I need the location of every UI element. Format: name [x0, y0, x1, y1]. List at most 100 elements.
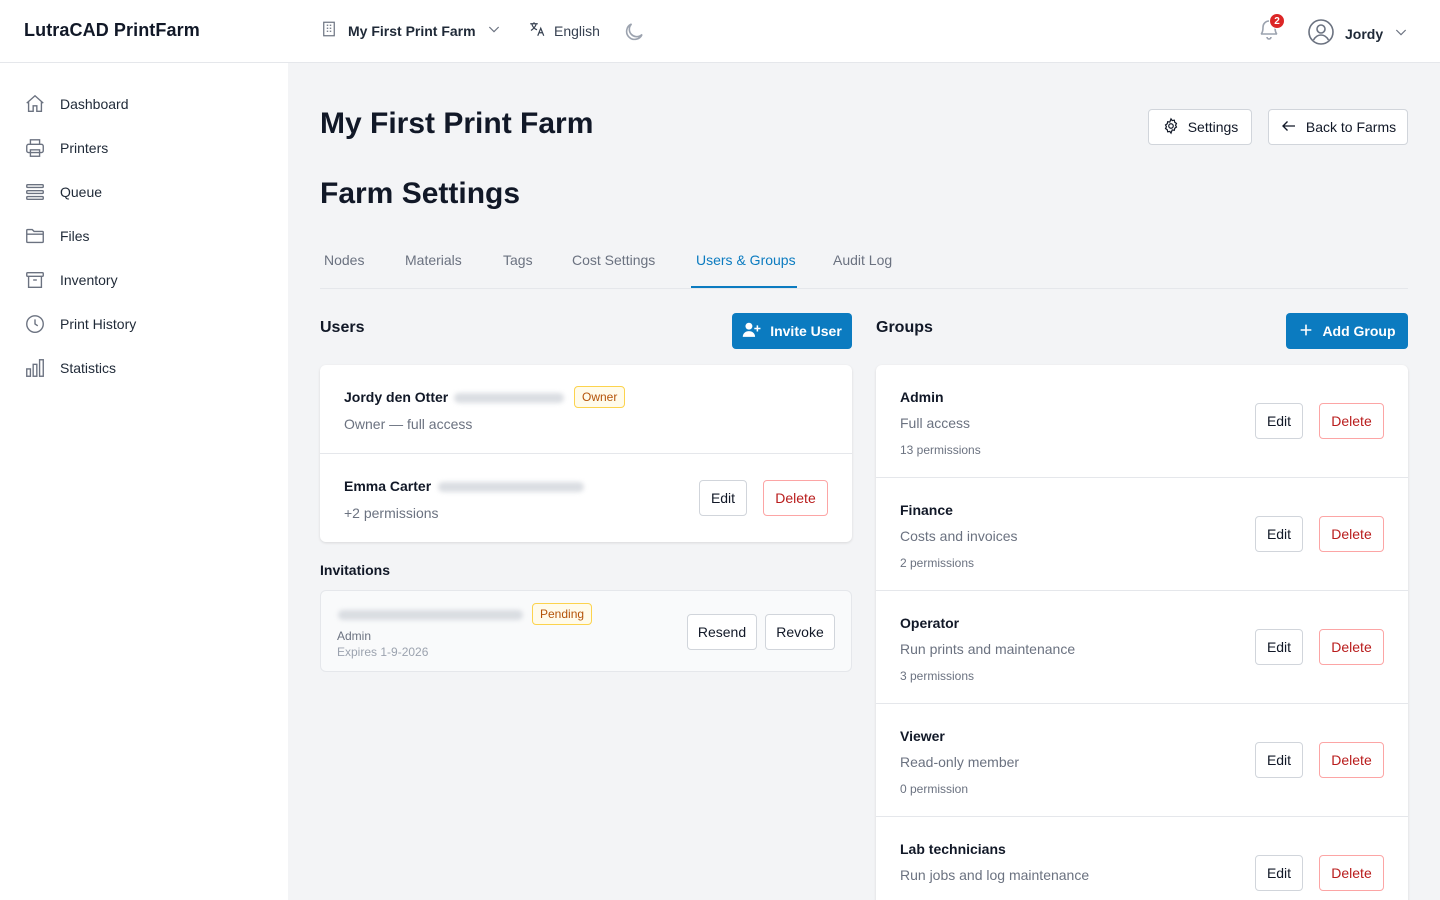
delete-group-button[interactable]: Delete — [1319, 742, 1384, 778]
sidebar-item-statistics[interactable]: Statistics — [24, 356, 116, 380]
edit-group-button[interactable]: Edit — [1255, 516, 1303, 552]
edit-user-button[interactable]: Edit — [699, 480, 747, 516]
user-name: Jordy — [1345, 25, 1384, 42]
folder-icon — [24, 225, 46, 247]
user-name: Emma Carter — [344, 478, 432, 494]
settings-button[interactable]: Settings — [1148, 109, 1252, 145]
pending-badge: Pending — [532, 603, 593, 625]
sidebar-item-label: Printers — [60, 140, 109, 156]
plus-icon — [1298, 322, 1314, 341]
settings-button-label: Settings — [1187, 119, 1239, 135]
user-avatar-icon — [1307, 18, 1335, 49]
user-permissions: +2 permissions — [344, 505, 439, 521]
page-title: My First Print Farm — [320, 107, 594, 140]
user-role-description: Owner — full access — [344, 416, 473, 432]
sidebar-item-inventory[interactable]: Inventory — [24, 268, 118, 292]
language-label: English — [554, 22, 600, 39]
chevron-down-icon — [486, 21, 502, 40]
invitation-expiry: Expires 1-9-2026 — [337, 645, 429, 659]
sidebar-item-queue[interactable]: Queue — [24, 180, 102, 204]
tab-materials[interactable]: Materials — [405, 252, 462, 268]
edit-group-button[interactable]: Edit — [1255, 742, 1303, 778]
tab-nodes[interactable]: Nodes — [324, 252, 364, 268]
redacted-email — [338, 610, 523, 620]
building-icon — [320, 20, 338, 41]
main-content: My First Print Farm Farm Settings Settin… — [288, 63, 1440, 900]
group-description: Run jobs and log maintenance — [900, 867, 1090, 883]
revoke-invite-button[interactable]: Revoke — [765, 614, 835, 650]
sidebar-item-dashboard[interactable]: Dashboard — [24, 92, 129, 116]
group-name: Lab technicians — [900, 841, 1006, 857]
delete-group-button[interactable]: Delete — [1319, 629, 1384, 665]
delete-group-button[interactable]: Delete — [1319, 855, 1384, 891]
tab-users-groups[interactable]: Users & Groups — [696, 252, 796, 268]
settings-tabs: Nodes Materials Tags Cost Settings Users… — [320, 238, 1408, 289]
tab-audit-log[interactable]: Audit Log — [833, 252, 892, 268]
invite-user-button[interactable]: Invite User — [732, 313, 852, 349]
group-description: Full access — [900, 415, 971, 431]
user-plus-icon — [742, 321, 762, 342]
sidebar: Dashboard Printers Queue Files Inventory… — [0, 63, 288, 900]
group-name: Operator — [900, 615, 960, 631]
sidebar-item-printers[interactable]: Printers — [24, 136, 108, 160]
sidebar-item-label: Inventory — [60, 272, 118, 288]
groups-title: Groups — [876, 319, 933, 336]
farm-selector[interactable]: My First Print Farm — [320, 20, 502, 41]
groups-list: Admin Full access 13 permissions Edit De… — [876, 365, 1408, 900]
back-button-label: Back to Farms — [1305, 119, 1397, 135]
sidebar-item-files[interactable]: Files — [24, 224, 90, 248]
add-group-button[interactable]: Add Group — [1286, 313, 1408, 349]
dark-mode-toggle[interactable] — [622, 20, 646, 49]
bell-icon — [1257, 20, 1281, 46]
translate-icon — [528, 20, 546, 41]
group-description: Costs and invoices — [900, 528, 1018, 544]
divider — [876, 703, 1408, 704]
user-menu[interactable]: Jordy — [1307, 18, 1409, 49]
redacted-email — [454, 393, 564, 403]
edit-group-button[interactable]: Edit — [1255, 629, 1303, 665]
back-to-farms-button[interactable]: Back to Farms — [1268, 109, 1408, 145]
edit-group-button[interactable]: Edit — [1255, 403, 1303, 439]
users-title: Users — [320, 319, 365, 336]
language-selector[interactable]: English — [528, 20, 600, 41]
invitation-item: Pending Admin Expires 1-9-2026 Resend Re… — [320, 590, 852, 672]
group-permissions: 3 permissions — [900, 669, 975, 683]
active-tab-indicator — [691, 286, 797, 288]
sidebar-item-label: Statistics — [60, 360, 117, 376]
users-list: Jordy den Otter Owner Owner — full acces… — [320, 365, 852, 542]
clock-icon — [24, 313, 46, 335]
group-name: Viewer — [900, 728, 945, 744]
group-permissions: 0 permission — [900, 782, 969, 796]
group-name: Finance — [900, 502, 953, 518]
bar-chart-icon — [24, 357, 46, 379]
delete-group-button[interactable]: Delete — [1319, 403, 1384, 439]
sidebar-item-print-history[interactable]: Print History — [24, 312, 136, 336]
group-name: Admin — [900, 389, 944, 405]
chevron-down-icon — [1393, 24, 1409, 43]
divider — [876, 590, 1408, 591]
owner-badge: Owner — [574, 386, 626, 408]
divider — [876, 477, 1408, 478]
delete-user-button[interactable]: Delete — [763, 480, 828, 516]
tab-tags[interactable]: Tags — [503, 252, 533, 268]
invite-user-label: Invite User — [770, 323, 842, 339]
invitation-role: Admin — [337, 629, 372, 643]
arrow-left-icon — [1280, 117, 1298, 138]
add-group-label: Add Group — [1322, 323, 1396, 339]
edit-group-button[interactable]: Edit — [1255, 855, 1303, 891]
app-title: LutraCAD PrintFarm — [24, 20, 200, 40]
queue-icon — [24, 181, 46, 203]
group-permissions: 2 permissions — [900, 556, 975, 570]
redacted-email — [438, 482, 584, 492]
tab-cost-settings[interactable]: Cost Settings — [572, 252, 655, 268]
delete-group-button[interactable]: Delete — [1319, 516, 1384, 552]
moon-icon — [622, 23, 646, 48]
top-bar: LutraCAD PrintFarm My First Print Farm E… — [0, 0, 1440, 63]
user-name: Jordy den Otter — [344, 389, 449, 405]
resend-invite-button[interactable]: Resend — [687, 614, 757, 650]
group-description: Read-only member — [900, 754, 1020, 770]
divider — [876, 816, 1408, 817]
section-heading: Farm Settings — [320, 177, 521, 210]
farm-selector-label: My First Print Farm — [348, 22, 476, 39]
sidebar-item-label: Files — [60, 228, 90, 244]
